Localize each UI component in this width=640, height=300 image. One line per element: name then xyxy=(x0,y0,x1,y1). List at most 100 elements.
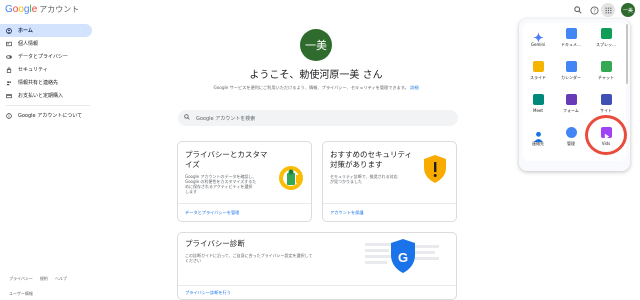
sidebar-item-personal-info[interactable]: 個人情報 xyxy=(0,37,92,50)
app-docs[interactable]: ドキュメ… xyxy=(556,25,586,55)
text-line: します xyxy=(185,189,197,194)
help-icon[interactable]: ? xyxy=(587,3,601,17)
app-label: ドキュメ… xyxy=(561,42,581,47)
title-line: プライバシーとカスタマ xyxy=(185,150,268,159)
app-label: 管理 xyxy=(567,141,575,146)
home-icon xyxy=(6,27,12,34)
id-card-icon xyxy=(6,41,12,47)
sidebar-item-sharing[interactable]: 情報共有と連絡先 xyxy=(0,76,92,89)
highlight-circle xyxy=(585,115,627,155)
sidebar-item-security[interactable]: セキュリティ xyxy=(0,63,92,76)
forms-icon xyxy=(565,94,577,105)
apps-grid-icon[interactable] xyxy=(601,3,615,17)
title-line: イズ xyxy=(185,160,200,169)
app-label: 連絡先 xyxy=(532,141,544,146)
text-line: が見つかりました xyxy=(330,179,362,184)
sidebar-item-data-privacy[interactable]: データとプライバシー xyxy=(0,50,92,63)
sidebar-item-label: ホーム xyxy=(18,28,33,34)
app-label: フォーム xyxy=(563,108,579,113)
logo-letter: G xyxy=(5,4,13,15)
sidebar-item-label: 個人情報 xyxy=(18,41,39,47)
app-label: スプレッ… xyxy=(596,42,616,47)
logo-suffix: アカウント xyxy=(39,5,80,14)
privacy-checkup-link[interactable]: プライバシー診断を行う xyxy=(185,290,231,296)
security-card-text: セキュリティ診断で、推奨される対応 が見つかりました xyxy=(330,174,414,184)
app-label: スライド xyxy=(530,75,546,80)
checkup-illustration-icon: G xyxy=(363,235,443,289)
sidebar-divider xyxy=(6,105,90,106)
protect-account-link[interactable]: アカウントを保護 xyxy=(330,210,364,216)
sidebar-item-home[interactable]: ホーム xyxy=(0,24,92,37)
app-label: サイト xyxy=(600,108,612,113)
admin-icon xyxy=(565,127,577,138)
privacy-illustration-icon xyxy=(277,164,305,196)
toggle-icon xyxy=(6,54,12,60)
welcome-heading: ようこそ、勅使河原一美 さん xyxy=(249,70,383,81)
app-admin[interactable]: 管理 xyxy=(556,124,586,154)
chat-icon xyxy=(600,61,612,72)
top-bar: Google アカウント ? 一美 xyxy=(0,0,640,20)
sidebar-item-about[interactable]: Google アカウントについて xyxy=(0,109,92,122)
docs-icon xyxy=(565,28,577,39)
privacy-link[interactable]: プライバシー xyxy=(9,276,33,282)
card-icon xyxy=(6,93,12,99)
slides-icon xyxy=(532,61,544,72)
checkup-title: プライバシー診断 xyxy=(185,239,245,248)
search-icon xyxy=(184,114,190,122)
help-link[interactable]: ヘルプ xyxy=(55,276,67,282)
profile-avatar[interactable]: 一美 xyxy=(300,29,332,61)
app-label: チャット xyxy=(598,75,614,80)
sidebar-item-payments[interactable]: お支払いと定期購入 xyxy=(0,89,92,102)
search-placeholder: Google アカウントを検索 xyxy=(196,115,256,122)
info-icon xyxy=(6,112,12,119)
privacy-card: プライバシーとカスタマ イズ Google アカウントのデータを確認し、 Goo… xyxy=(177,141,312,222)
search-icon[interactable] xyxy=(571,3,585,17)
sidebar-item-label: データとプライバシー xyxy=(18,54,68,60)
sidebar-item-label: セキュリティ xyxy=(18,67,48,73)
privacy-card-title: プライバシーとカスタマ イズ xyxy=(185,150,267,170)
terms-link[interactable]: 規約 xyxy=(40,276,48,282)
title-line: おすすめのセキュリティ xyxy=(330,150,413,159)
app-label: Gemini xyxy=(530,42,546,47)
app-contacts[interactable]: 連絡先 xyxy=(523,124,553,154)
manage-data-privacy-link[interactable]: データとプライバシーを管理 xyxy=(185,210,239,216)
privacy-checkup-card: プライバシー診断 この診断ガイドに沿って、ご自身に合ったプライバシー設定を選択し… xyxy=(177,232,457,300)
app-sheets[interactable]: スプレッ… xyxy=(591,25,621,55)
app-calendar[interactable]: カレンダー xyxy=(556,58,586,88)
user-info-link[interactable]: ユーザー情報 xyxy=(9,291,33,297)
google-account-logo[interactable]: Google アカウント xyxy=(5,4,79,16)
app-forms[interactable]: フォーム xyxy=(556,91,586,121)
card-divider xyxy=(323,203,456,204)
app-slides[interactable]: スライド xyxy=(523,58,553,88)
lock-icon xyxy=(6,66,12,73)
subtitle-text: Google サービスを便利にご利用いただけるよう、情報、プライバシー、セキュリ… xyxy=(213,85,409,90)
logo-letter: e xyxy=(31,4,38,15)
security-card: おすすめのセキュリティ 対策があります セキュリティ診断で、推奨される対応 が見… xyxy=(322,141,457,222)
app-label: Meet xyxy=(533,108,543,113)
title-line: 対策があります xyxy=(330,160,383,169)
checkup-text: この診断ガイドに沿って、ご自身に合ったプライバシー設定を選択して ください xyxy=(185,253,345,263)
google-logo: Google xyxy=(5,4,37,15)
security-card-title: おすすめのセキュリティ 対策があります xyxy=(330,150,412,170)
svg-text:G: G xyxy=(398,250,408,265)
sidebar-item-label: 情報共有と連絡先 xyxy=(18,80,59,86)
privacy-card-text: Google アカウントのデータを確認し、 Google の利便性をカスタマイズ… xyxy=(185,174,269,194)
card-divider xyxy=(178,203,311,204)
sidebar-footer: プライバシー 規約 ヘルプ xyxy=(9,276,67,282)
account-avatar[interactable]: 一美 xyxy=(621,3,635,17)
app-label: カレンダー xyxy=(561,75,581,80)
apps-panel-scrollbar[interactable] xyxy=(626,24,628,84)
app-chat[interactable]: チャット xyxy=(591,58,621,88)
learn-more-link[interactable]: 詳細 xyxy=(410,85,418,90)
svg-text:?: ? xyxy=(593,8,596,14)
app-meet[interactable]: Meet xyxy=(523,91,553,121)
people-icon xyxy=(6,80,12,86)
card-divider xyxy=(178,285,456,286)
gemini-icon xyxy=(532,28,544,43)
sidebar-item-label: お支払いと定期購入 xyxy=(18,93,64,99)
app-gemini[interactable]: Gemini xyxy=(523,25,553,55)
welcome-subtitle: Google サービスを便利にご利用いただけるよう、情報、プライバシー、セキュリ… xyxy=(140,85,492,91)
sites-icon xyxy=(600,94,612,105)
account-search-input[interactable]: Google アカウントを検索 xyxy=(178,110,458,126)
calendar-icon xyxy=(565,61,577,72)
